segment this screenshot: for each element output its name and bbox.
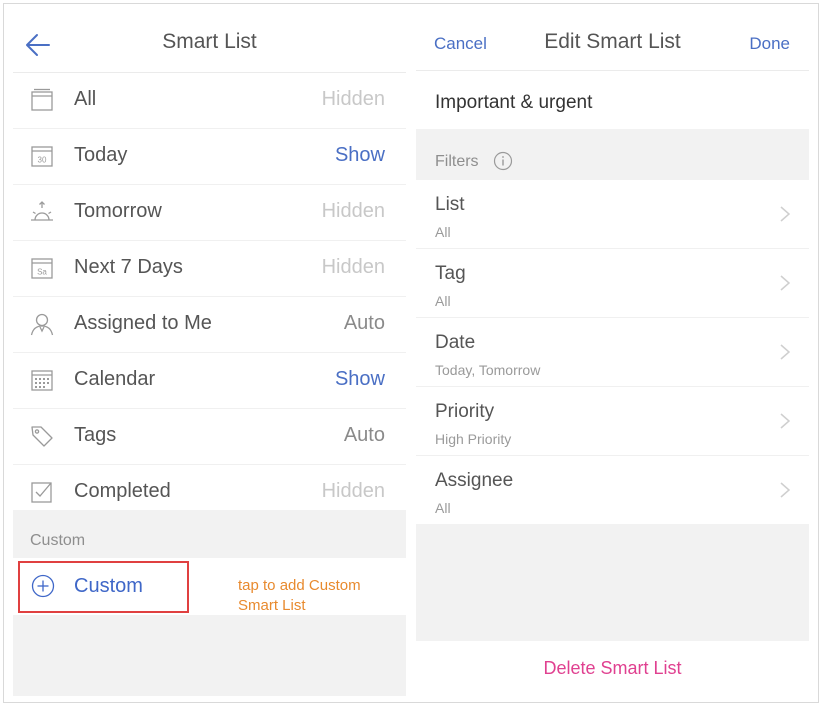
filter-value: All <box>435 224 451 240</box>
chevron-right-icon <box>780 482 791 498</box>
smart-list-item-label: Completed <box>74 480 171 502</box>
smart-list-item-label: Tags <box>74 424 117 446</box>
visibility-status[interactable]: Auto <box>344 424 385 447</box>
sunrise-icon <box>31 201 53 221</box>
chevron-right-icon <box>780 206 791 222</box>
filter-value: All <box>435 500 451 516</box>
inbox-icon <box>31 88 53 111</box>
visibility-status[interactable]: Auto <box>344 312 385 335</box>
filter-row-date[interactable]: Date Today, Tomorrow <box>416 318 809 387</box>
filter-value: All <box>435 293 451 309</box>
visibility-status[interactable]: Show <box>335 144 385 167</box>
filter-name: Assignee <box>435 470 514 491</box>
smart-list-item-label: All <box>74 88 97 110</box>
checkbox-icon <box>31 482 52 503</box>
smart-list-item-next-7-days[interactable]: Sa Next 7 Days Hidden <box>13 241 406 297</box>
smart-list-item-label: Assigned to Me <box>74 312 212 334</box>
annotation-line: tap to add Custom <box>238 577 361 594</box>
visibility-status[interactable]: Hidden <box>322 256 385 279</box>
edit-smart-list-panel: Cancel Edit Smart List Done Important & … <box>416 10 809 696</box>
filter-name: Tag <box>435 263 466 284</box>
calendar-icon-text: Sa <box>37 268 47 277</box>
info-icon[interactable] <box>493 151 513 171</box>
smart-list-panel: Smart List All Hidden 30 Today Show Tomo… <box>13 10 406 696</box>
smart-list-item-label: Calendar <box>74 368 156 390</box>
annotation-line: Smart List <box>238 597 306 614</box>
edit-header: Cancel Edit Smart List Done <box>416 10 809 71</box>
calendar-30-icon: 30 <box>31 146 53 167</box>
filter-row-priority[interactable]: Priority High Priority <box>416 387 809 456</box>
filter-value: Today, Tomorrow <box>435 362 541 378</box>
visibility-status[interactable]: Hidden <box>322 480 385 503</box>
page-title: Smart List <box>162 30 257 53</box>
calendar-sa-icon: Sa <box>31 258 53 279</box>
filter-list: List All Tag All Date Today, Tomorrow Pr… <box>416 180 809 524</box>
filter-name: List <box>435 194 465 215</box>
smart-list-item-today[interactable]: 30 Today Show <box>13 129 406 185</box>
filter-row-list[interactable]: List All <box>416 180 809 249</box>
done-button[interactable]: Done <box>749 34 790 54</box>
visibility-status[interactable]: Show <box>335 368 385 391</box>
smart-list-item-tomorrow[interactable]: Tomorrow Hidden <box>13 185 406 241</box>
visibility-status[interactable]: Hidden <box>322 88 385 111</box>
chevron-right-icon <box>780 413 791 429</box>
smart-list-item-label: Next 7 Days <box>74 256 183 278</box>
smart-list-item-all[interactable]: All Hidden <box>13 73 406 129</box>
section-header-custom: Custom <box>30 532 86 549</box>
smart-list-item-tags[interactable]: Tags Auto <box>13 409 406 465</box>
delete-smart-list-button[interactable]: Delete Smart List <box>416 658 809 679</box>
chevron-right-icon <box>780 344 791 360</box>
calendar-grid-icon <box>31 370 53 391</box>
filter-value: High Priority <box>435 431 512 447</box>
smart-list-item-calendar[interactable]: Calendar Show <box>13 353 406 409</box>
smart-list-item-assigned-to-me[interactable]: Assigned to Me Auto <box>13 297 406 353</box>
person-icon <box>30 313 54 336</box>
filter-row-assignee[interactable]: Assignee All <box>416 456 809 524</box>
visibility-status[interactable]: Hidden <box>322 200 385 223</box>
filter-name: Priority <box>435 401 495 422</box>
filters-section-label: Filters <box>435 153 479 170</box>
list-name-value: Important & urgent <box>435 92 593 113</box>
smart-list-item-label: Tomorrow <box>74 200 162 222</box>
list-name-field[interactable]: Important & urgent <box>416 71 809 129</box>
cancel-button[interactable]: Cancel <box>434 34 487 54</box>
delete-section: Delete Smart List <box>416 641 809 696</box>
tag-icon <box>31 426 53 447</box>
chevron-right-icon <box>780 275 791 291</box>
highlight-box <box>18 561 189 613</box>
annotation-note: tap to add Custom Smart List <box>238 576 408 616</box>
filter-name: Date <box>435 332 476 353</box>
smart-list-items: All Hidden 30 Today Show Tomorrow Hidden <box>13 73 406 520</box>
smart-list-header: Smart List <box>13 10 406 73</box>
filter-row-tag[interactable]: Tag All <box>416 249 809 318</box>
calendar-icon-text: 30 <box>38 156 47 165</box>
smart-list-item-label: Today <box>74 144 128 166</box>
